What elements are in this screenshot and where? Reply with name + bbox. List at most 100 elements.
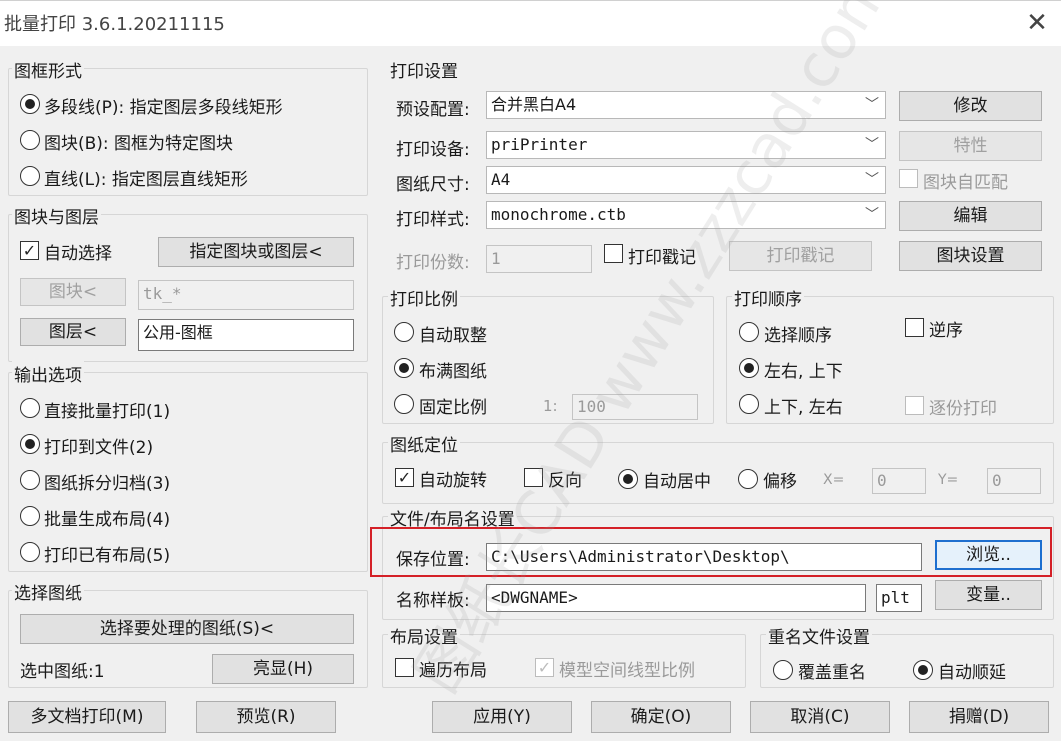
linetype-scale-checkbox[interactable]: ✓ bbox=[535, 658, 554, 677]
rename-title: 重名文件设置 bbox=[766, 623, 872, 648]
radio-polyline-label: 多段线(P): 指定图层多段线矩形 bbox=[44, 98, 283, 118]
output-title: 输出选项 bbox=[12, 361, 84, 386]
modify-button[interactable]: 修改 bbox=[899, 91, 1042, 121]
cancel-button[interactable]: 取消(C) bbox=[750, 701, 890, 733]
reverse-checkbox[interactable] bbox=[524, 468, 543, 487]
radio-print-to-file-label: 打印到文件(2) bbox=[44, 438, 154, 458]
auto-rotate-checkbox[interactable]: ✓ bbox=[395, 468, 414, 487]
radio-generate-layouts-label: 批量生成布局(4) bbox=[44, 510, 171, 530]
radio-split-archive[interactable] bbox=[20, 470, 40, 490]
close-icon[interactable]: ✕ bbox=[1022, 8, 1052, 38]
radio-print-to-file[interactable] bbox=[20, 434, 40, 454]
radio-line[interactable] bbox=[20, 166, 40, 186]
apply-button[interactable]: 应用(Y) bbox=[432, 701, 572, 733]
radio-line-label: 直线(L): 指定图层直线矩形 bbox=[44, 170, 248, 190]
auto-match-checkbox[interactable] bbox=[899, 169, 918, 188]
stamp-label: 打印戳记 bbox=[628, 248, 696, 268]
radio-auto-increment[interactable] bbox=[913, 660, 933, 680]
preset-value: 合并黑白A4 bbox=[491, 95, 577, 114]
window-title: 批量打印 3.6.1.20211115 bbox=[4, 14, 225, 35]
radio-polyline[interactable] bbox=[20, 94, 40, 114]
radio-auto-round[interactable] bbox=[394, 322, 414, 342]
edit-button[interactable]: 编辑 bbox=[899, 201, 1042, 231]
paper-select[interactable]: A4 ﹀ bbox=[486, 166, 886, 194]
radio-fixed-scale[interactable] bbox=[394, 394, 414, 414]
block-pick-button[interactable]: 图块< bbox=[20, 278, 126, 306]
reverse-order-checkbox[interactable] bbox=[905, 318, 924, 337]
name-template-label: 名称样板: bbox=[396, 591, 470, 611]
print-order-title: 打印顺序 bbox=[732, 285, 804, 310]
auto-select-checkbox[interactable]: ✓ bbox=[20, 241, 39, 260]
x-label: X= bbox=[823, 472, 845, 488]
radio-auto-increment-label: 自动顺延 bbox=[938, 663, 1006, 683]
chevron-down-icon: ﹀ bbox=[865, 207, 879, 223]
select-drawing-title: 选择图纸 bbox=[12, 579, 84, 604]
specify-block-layer-button[interactable]: 指定图块或图层< bbox=[158, 237, 354, 267]
layer-pick-button[interactable]: 图层< bbox=[20, 318, 126, 346]
positioning-title: 图纸定位 bbox=[388, 431, 460, 456]
browse-button[interactable]: 浏览.. bbox=[935, 540, 1042, 570]
auto-select-label: 自动选择 bbox=[44, 244, 112, 264]
radio-auto-center[interactable] bbox=[618, 469, 638, 489]
multi-doc-print-button[interactable]: 多文档打印(M) bbox=[8, 701, 166, 733]
save-location-label: 保存位置: bbox=[396, 550, 470, 570]
stamp-checkbox[interactable] bbox=[604, 244, 623, 263]
radio-select-order[interactable] bbox=[739, 322, 759, 342]
radio-offset[interactable] bbox=[738, 469, 758, 489]
radio-block[interactable] bbox=[20, 130, 40, 150]
preset-label: 预设配置: bbox=[396, 100, 470, 120]
paper-value: A4 bbox=[491, 170, 511, 189]
radio-split-archive-label: 图纸拆分归档(3) bbox=[44, 474, 171, 494]
radio-generate-layouts[interactable] bbox=[20, 506, 40, 526]
traverse-layout-checkbox[interactable] bbox=[395, 658, 414, 677]
device-select[interactable]: priPrinter ﹀ bbox=[486, 131, 886, 159]
ratio-prefix: 1: bbox=[543, 397, 558, 415]
frame-style-title: 图框形式 bbox=[12, 57, 84, 82]
collate-label: 逐份打印 bbox=[929, 399, 997, 419]
extension-input[interactable]: plt bbox=[876, 584, 922, 612]
highlight-button[interactable]: 亮显(H) bbox=[212, 654, 354, 684]
preset-select[interactable]: 合并黑白A4 ﹀ bbox=[486, 91, 886, 119]
collate-checkbox[interactable] bbox=[905, 396, 924, 415]
chevron-down-icon: ﹀ bbox=[865, 172, 879, 188]
select-drawings-button[interactable]: 选择要处理的图纸(S)< bbox=[20, 614, 354, 644]
x-input[interactable]: 0 bbox=[872, 468, 926, 494]
reverse-order-label: 逆序 bbox=[929, 321, 963, 341]
ok-button[interactable]: 确定(O) bbox=[591, 701, 731, 733]
radio-lr-tb[interactable] bbox=[739, 358, 759, 378]
copies-label: 打印份数: bbox=[396, 253, 470, 273]
radio-fixed-scale-label: 固定比例 bbox=[419, 398, 487, 418]
radio-auto-round-label: 自动取整 bbox=[419, 326, 487, 346]
device-label: 打印设备: bbox=[396, 140, 470, 160]
paper-label: 图纸尺寸: bbox=[396, 175, 470, 195]
layer-name-input[interactable]: 公用-图框 bbox=[138, 319, 354, 351]
radio-tb-lr-label: 上下, 左右 bbox=[764, 398, 843, 418]
radio-tb-lr[interactable] bbox=[739, 394, 759, 414]
block-settings-button[interactable]: 图块设置 bbox=[899, 241, 1042, 271]
preview-button[interactable]: 预览(R) bbox=[196, 701, 336, 733]
radio-direct-print[interactable] bbox=[20, 398, 40, 418]
properties-button[interactable]: 特性 bbox=[899, 131, 1042, 161]
chevron-down-icon: ﹀ bbox=[865, 97, 879, 113]
auto-match-label: 图块自匹配 bbox=[923, 173, 1008, 193]
variable-button[interactable]: 变量.. bbox=[935, 580, 1042, 610]
radio-fit-paper[interactable] bbox=[394, 358, 414, 378]
style-label: 打印样式: bbox=[396, 210, 470, 230]
save-location-input[interactable]: C:\Users\Administrator\Desktop\ bbox=[486, 543, 922, 571]
donate-button[interactable]: 捐赠(D) bbox=[909, 701, 1049, 733]
name-template-input[interactable]: <DWGNAME> bbox=[486, 584, 866, 612]
radio-print-layouts[interactable] bbox=[20, 542, 40, 562]
block-name-input[interactable]: tk_* bbox=[138, 280, 354, 310]
ratio-input[interactable]: 100 bbox=[572, 394, 698, 420]
selected-count-label: 选中图纸:1 bbox=[20, 662, 105, 682]
y-input[interactable]: 0 bbox=[987, 468, 1041, 494]
style-select[interactable]: monochrome.ctb ﹀ bbox=[486, 201, 886, 229]
device-value: priPrinter bbox=[491, 135, 588, 154]
radio-overwrite-label: 覆盖重名 bbox=[798, 663, 866, 683]
stamp-settings-button[interactable]: 打印戳记 bbox=[729, 241, 872, 271]
reverse-label: 反向 bbox=[548, 471, 582, 491]
traverse-layout-label: 遍历布局 bbox=[419, 661, 487, 681]
copies-input[interactable]: 1 bbox=[486, 245, 592, 273]
radio-overwrite[interactable] bbox=[773, 660, 793, 680]
y-label: Y= bbox=[938, 472, 959, 488]
